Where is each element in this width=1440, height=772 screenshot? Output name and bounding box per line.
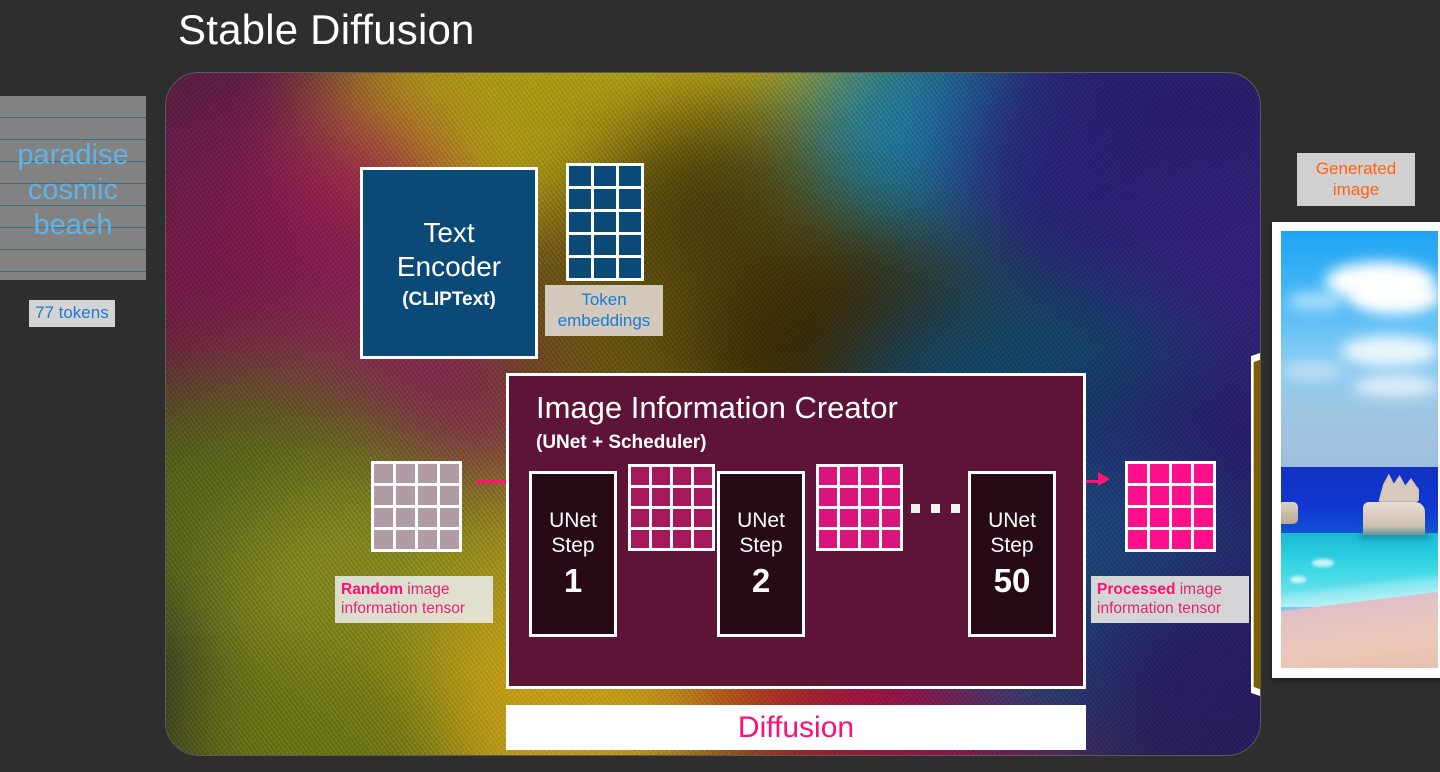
ellipsis-icon [911, 504, 960, 513]
unet-step-1-line-1: UNet [549, 509, 597, 532]
prompt-line-1: paradise [17, 138, 129, 171]
pipeline-panel: Text Encoder (CLIPText) Token embeddings… [165, 72, 1261, 756]
unet-step-50-line-1: UNet [988, 509, 1036, 532]
token-embeddings-label-line-1: Token [581, 290, 627, 309]
prompt-line-3: beach [33, 208, 113, 241]
unet-step-2-number: 2 [751, 562, 771, 599]
iic-title: Image Information Creator [536, 390, 898, 425]
decoder-line-2: Decoder [1251, 485, 1260, 519]
random-tensor-caption: Random image information tensor [335, 576, 493, 623]
prompt-line-2: cosmic [27, 173, 119, 206]
text-encoder-block[interactable]: Text Encoder (CLIPText) [360, 167, 538, 359]
photo-rock-left [1281, 501, 1299, 524]
diagram-canvas: Stable Diffusion paradise cosmic beach 7… [0, 0, 1440, 772]
processed-tensor-grid [1125, 461, 1216, 552]
unet-step-1-number: 1 [563, 562, 583, 599]
generated-image-frame [1272, 222, 1440, 678]
unet-step-2[interactable]: UNet Step 2 [717, 471, 805, 637]
unet-step-1-line-2: Step [551, 534, 595, 557]
processed-tensor-caption: Processed image information tensor [1091, 576, 1249, 623]
processed-tensor-caption-strong: Processed [1097, 581, 1176, 598]
decoder-text: Image Decoder (Autoencoder decoder) [1251, 451, 1260, 572]
unet-step-2-line-2: Step [739, 534, 783, 557]
latent-grid-after-step-2 [816, 464, 903, 551]
token-embeddings-grid [566, 163, 644, 281]
unet-step-50-number: 50 [993, 562, 1031, 599]
generated-image-label: Generated image [1297, 153, 1415, 206]
tokens-badge: 77 tokens [29, 300, 115, 327]
photo-rock-shadow [1359, 530, 1429, 540]
unet-step-2-line-1: UNet [737, 509, 785, 532]
page-title: Stable Diffusion [178, 6, 475, 53]
text-encoder-subtitle: (CLIPText) [402, 288, 496, 310]
decoder-line-1: Image [1251, 451, 1260, 485]
random-tensor-caption-strong: Random [341, 581, 403, 598]
decoder-subtitle-line-1: (Autoencoder [1251, 524, 1260, 548]
diffusion-label-bar: Diffusion [506, 705, 1086, 750]
image-information-creator-block[interactable]: Image Information Creator (UNet + Schedu… [506, 373, 1086, 689]
unet-step-50[interactable]: UNet Step 50 [968, 471, 1056, 637]
token-embeddings-label: Token embeddings [545, 285, 663, 336]
text-encoder-line-2: Encoder [396, 250, 502, 282]
unet-step-1[interactable]: UNet Step 1 [529, 471, 617, 637]
decoder-subtitle-line-2: decoder) [1251, 548, 1260, 572]
unet-step-50-line-2: Step [990, 534, 1034, 557]
flow-arrow-head-icon [1098, 472, 1110, 486]
generated-image-label-line-1: Generated [1315, 159, 1397, 178]
token-embeddings-label-line-2: embeddings [557, 311, 651, 330]
diffusion-label: Diffusion [737, 710, 855, 744]
generated-image-label-line-2: image [1332, 180, 1380, 199]
latent-grid-after-step-1 [628, 464, 715, 551]
random-tensor-grid [371, 461, 462, 552]
image-decoder-block[interactable]: Image Decoder (Autoencoder decoder) [1251, 297, 1260, 752]
iic-subtitle: (UNet + Scheduler) [536, 432, 707, 453]
text-encoder-line-1: Text [423, 216, 475, 248]
generated-image-photo [1281, 231, 1438, 668]
prompt-card: paradise cosmic beach [0, 96, 146, 280]
